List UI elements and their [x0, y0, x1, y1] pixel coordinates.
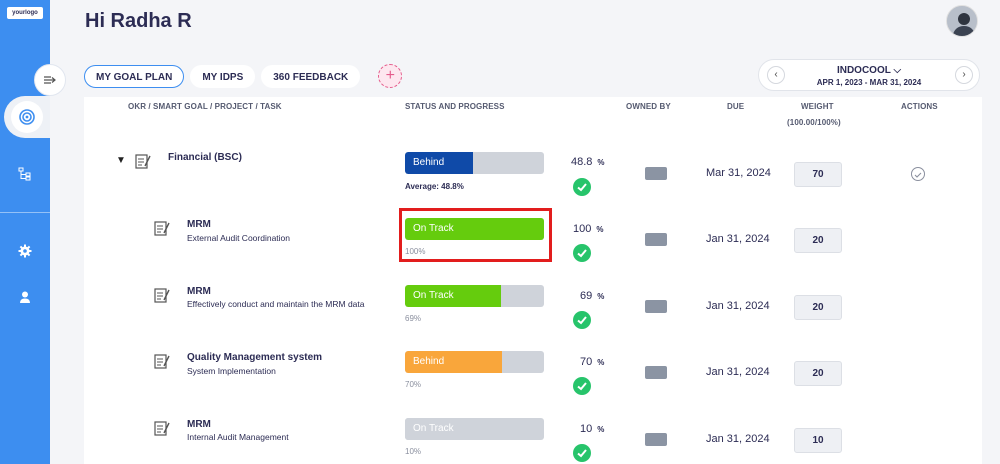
hierarchy-icon: [18, 167, 31, 181]
add-tab-button[interactable]: +: [378, 64, 403, 88]
period-dates: APR 1, 2023 - MAR 31, 2024: [816, 78, 922, 87]
weight-field[interactable]: 20: [794, 228, 842, 253]
check-circle-icon: [573, 377, 591, 395]
gear-icon: [18, 244, 32, 258]
highlight-box: [399, 208, 552, 262]
progress-percent: 10%: [580, 423, 605, 435]
task-icon: [154, 221, 170, 236]
row-subtitle: Internal Audit Management: [187, 432, 289, 442]
progress-percent: 100%: [573, 223, 604, 235]
check-circle-icon: [573, 311, 591, 329]
progress-bar: Behind: [405, 152, 544, 174]
due-date: Jan 31, 2024: [706, 433, 770, 445]
owner-avatar[interactable]: [645, 300, 667, 313]
user-icon: [20, 291, 30, 303]
row-subtitle: System Implementation: [187, 366, 276, 376]
progress-note: 70%: [405, 380, 422, 389]
col-owned-by: OWNED BY: [626, 102, 671, 111]
org-period-selector: ‹ INDOCOOL ⌵ APR 1, 2023 - MAR 31, 2024 …: [758, 59, 980, 91]
task-icon: [154, 354, 170, 369]
owner-avatar[interactable]: [645, 433, 667, 446]
expand-arrow-icon: [44, 76, 56, 84]
org-dropdown[interactable]: INDOCOOL ⌵: [759, 65, 979, 76]
app-logo: yourlogo: [7, 7, 43, 19]
weight-field[interactable]: 20: [794, 295, 842, 320]
row-title[interactable]: Quality Management system: [187, 352, 322, 363]
tab-bar: MY GOAL PLAN MY IDPS 360 FEEDBACK +: [84, 64, 403, 88]
check-circle-icon: [573, 444, 591, 462]
sidebar-item-settings[interactable]: [13, 239, 37, 263]
task-icon: [154, 421, 170, 436]
progress-average: Average: 48.8%: [405, 182, 464, 191]
next-period-button[interactable]: ›: [955, 66, 973, 84]
progress-percent: 69%: [580, 290, 605, 302]
row-title[interactable]: MRM: [187, 419, 211, 430]
status-label: Behind: [413, 157, 445, 168]
weight-field[interactable]: 70: [794, 162, 842, 187]
avatar[interactable]: [946, 5, 978, 37]
progress-percent: 48.8%: [571, 156, 605, 168]
row-title[interactable]: MRM: [187, 219, 211, 230]
row-title[interactable]: MRM: [187, 286, 211, 297]
sidebar-item-goals[interactable]: [4, 96, 50, 138]
status-label: On Track: [413, 290, 454, 301]
owner-avatar[interactable]: [645, 366, 667, 379]
weight-field[interactable]: 10: [794, 428, 842, 453]
status-label: On Track: [413, 423, 454, 434]
check-circle-icon: [573, 244, 591, 262]
goal-icon: [135, 154, 151, 169]
tab-my-idps[interactable]: MY IDPS: [190, 64, 256, 88]
row-title[interactable]: Financial (BSC): [168, 152, 242, 163]
owner-avatar[interactable]: [645, 233, 667, 246]
progress-percent: 70%: [580, 356, 605, 368]
progress-note: 69%: [405, 314, 422, 323]
progress-bar: Behind: [405, 351, 544, 373]
progress-bar: On Track: [405, 418, 544, 440]
progress-bar: On Track: [405, 285, 544, 307]
row-subtitle: External Audit Coordination: [187, 233, 291, 243]
col-weight-total: (100.00/100%): [787, 118, 841, 127]
sidebar-item-profile[interactable]: [13, 285, 37, 309]
col-okr: OKR / SMART GOAL / PROJECT / TASK: [128, 102, 282, 111]
weight-field[interactable]: 20: [794, 361, 842, 386]
sidebar-divider: [0, 212, 50, 213]
col-status: STATUS AND PROGRESS: [405, 102, 505, 111]
action-check-icon[interactable]: [911, 167, 925, 181]
due-date: Jan 31, 2024: [706, 300, 770, 312]
page-title: Hi Radha R: [85, 10, 192, 32]
tab-my-goal-plan[interactable]: MY GOAL PLAN: [84, 64, 185, 88]
due-date: Jan 31, 2024: [706, 233, 770, 245]
col-due: DUE: [727, 102, 745, 111]
tab-360-feedback[interactable]: 360 FEEDBACK: [261, 64, 361, 88]
col-weight: WEIGHT: [801, 102, 834, 111]
target-icon: [11, 101, 43, 133]
status-label: Behind: [413, 356, 445, 367]
owner-avatar[interactable]: [645, 167, 667, 180]
row-subtitle: Effectively conduct and maintain the MRM…: [187, 299, 365, 309]
check-circle-icon: [573, 178, 591, 196]
task-icon: [154, 288, 170, 303]
due-date: Mar 31, 2024: [706, 167, 771, 179]
progress-note: 10%: [405, 447, 422, 456]
due-date: Jan 31, 2024: [706, 366, 770, 378]
collapse-caret-icon[interactable]: ▼: [116, 155, 126, 166]
sidebar-item-hierarchy[interactable]: [13, 162, 37, 186]
sidebar-expand-button[interactable]: [34, 64, 66, 96]
col-actions: ACTIONS: [901, 102, 938, 111]
